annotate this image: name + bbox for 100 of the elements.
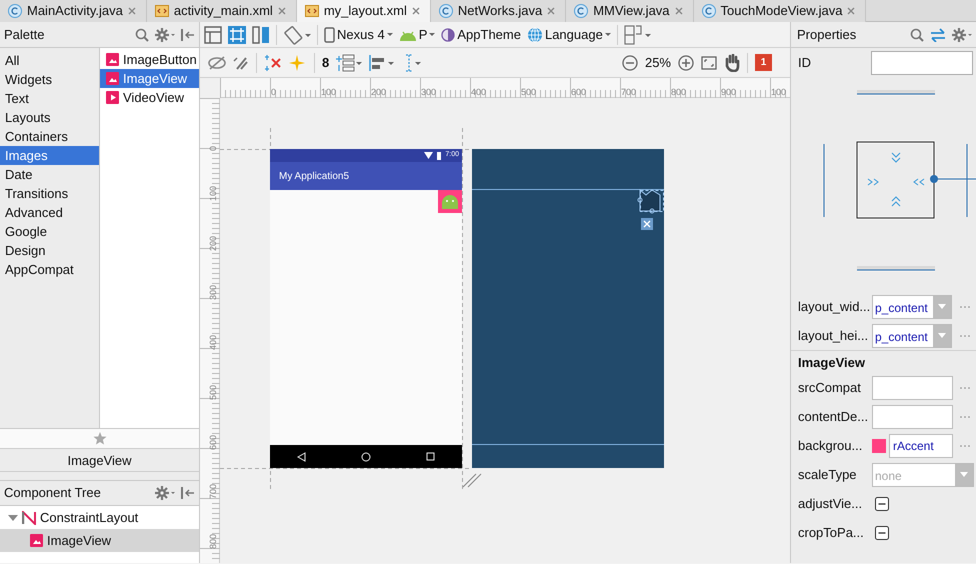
settings-icon[interactable] xyxy=(155,28,175,42)
fit-screen-icon[interactable] xyxy=(701,54,717,70)
palette-category[interactable]: Text xyxy=(0,89,99,108)
recents-icon[interactable] xyxy=(426,452,435,461)
home-icon[interactable] xyxy=(360,452,371,462)
more-icon[interactable] xyxy=(960,386,970,390)
zoom-level: 25% xyxy=(644,54,671,72)
back-icon[interactable] xyxy=(297,452,306,462)
class-icon xyxy=(574,4,588,18)
property-label: scaleType xyxy=(798,466,858,484)
more-icon[interactable] xyxy=(960,444,970,448)
magnet-icon[interactable] xyxy=(233,54,249,70)
ruler-label: 600 xyxy=(207,434,219,450)
property-label: adjustVie... xyxy=(798,494,864,513)
palette-category[interactable]: Advanced xyxy=(0,203,99,222)
settings-icon[interactable] xyxy=(952,28,972,42)
zoom-out-icon[interactable] xyxy=(622,54,638,70)
device-dropdown[interactable]: Nexus 4 xyxy=(324,24,393,44)
ruler-label: 800 xyxy=(207,534,219,549)
file-tab[interactable]: NetWorks.java xyxy=(430,0,566,22)
rotate-icon[interactable] xyxy=(283,24,311,44)
ruler-label: 800 xyxy=(671,86,686,99)
palette-category[interactable]: Widgets xyxy=(0,70,99,89)
caret-icon xyxy=(386,33,393,36)
property-field[interactable] xyxy=(872,404,953,428)
star-icon[interactable] xyxy=(92,432,106,445)
xml-file-icon xyxy=(154,4,169,18)
pack-icon[interactable] xyxy=(336,54,362,72)
ruler-label: 200 xyxy=(371,86,386,99)
more-icon[interactable] xyxy=(960,304,970,308)
property-field[interactable] xyxy=(872,376,953,400)
palette-item[interactable]: ImageView xyxy=(100,69,199,88)
ruler-label: 100 xyxy=(321,86,336,99)
caret-icon xyxy=(604,33,611,36)
palette-category[interactable]: Date xyxy=(0,165,99,184)
blueprint-view-icon[interactable] xyxy=(228,26,246,44)
ruler-label: 300 xyxy=(421,86,436,99)
close-icon[interactable] xyxy=(278,7,286,15)
ruler-label: 700 xyxy=(207,484,219,500)
property-field[interactable]: rAccent xyxy=(889,434,953,458)
close-icon[interactable] xyxy=(128,7,136,15)
checkbox[interactable] xyxy=(875,526,889,540)
checkbox[interactable] xyxy=(875,496,889,510)
align-icon[interactable] xyxy=(369,54,396,72)
collapse-icon[interactable] xyxy=(181,28,195,42)
palette-category[interactable]: Containers xyxy=(0,127,99,146)
expanded-arrow-icon[interactable] xyxy=(8,512,18,522)
globe-icon xyxy=(526,26,543,42)
palette-category[interactable]: Design xyxy=(0,241,99,260)
property-label: ID xyxy=(798,54,812,72)
clear-constraints-icon[interactable] xyxy=(264,54,282,72)
palette-item[interactable]: VideoView xyxy=(100,88,199,107)
palette-category[interactable]: Images xyxy=(0,146,99,165)
more-icon[interactable] xyxy=(960,414,970,418)
palette-category[interactable]: AppCompat xyxy=(0,260,99,279)
design-view-icon[interactable] xyxy=(204,26,222,44)
hand-icon[interactable] xyxy=(724,54,740,72)
split-view-icon[interactable] xyxy=(252,26,270,44)
zoom-in-icon[interactable] xyxy=(678,54,694,70)
settings-icon[interactable] xyxy=(155,486,175,500)
resize-handle-icon[interactable] xyxy=(462,472,482,488)
ruler-label: 700 xyxy=(621,86,636,99)
color-swatch[interactable] xyxy=(872,438,886,452)
file-tab[interactable]: TouchModeView.java xyxy=(694,0,866,22)
layout-variants-icon[interactable] xyxy=(624,24,652,44)
tree-node[interactable]: ImageView xyxy=(0,529,199,552)
property-dropdown[interactable]: p_content xyxy=(872,294,952,318)
palette-category[interactable]: Transitions xyxy=(0,184,99,203)
search-icon[interactable] xyxy=(135,28,149,42)
theme-icon xyxy=(441,28,456,42)
language-dropdown[interactable]: Language xyxy=(526,24,611,44)
swap-icon[interactable] xyxy=(930,28,946,42)
close-icon[interactable] xyxy=(674,7,683,15)
constraint-layout-icon xyxy=(22,510,36,524)
palette-category[interactable]: All xyxy=(0,51,99,70)
palette-item[interactable]: ImageButton xyxy=(100,50,199,69)
close-icon[interactable] xyxy=(547,7,556,15)
file-tab[interactable]: MMView.java xyxy=(566,0,694,22)
search-icon[interactable] xyxy=(910,28,924,42)
palette-category[interactable]: Layouts xyxy=(0,108,99,127)
theme-button[interactable]: AppTheme xyxy=(441,24,521,44)
more-icon[interactable] xyxy=(960,334,970,338)
hide-icon[interactable] xyxy=(208,56,226,70)
image-icon xyxy=(106,72,119,85)
collapse-icon[interactable] xyxy=(181,486,195,500)
palette-category[interactable]: Google xyxy=(0,222,99,241)
id-field[interactable] xyxy=(871,51,973,75)
error-badge[interactable]: 1 xyxy=(755,54,772,71)
property-dropdown[interactable]: p_content xyxy=(872,324,952,348)
property-label: layout_hei... xyxy=(798,326,869,345)
caret-icon xyxy=(960,472,968,477)
close-icon[interactable] xyxy=(847,7,856,15)
close-icon[interactable] xyxy=(412,7,420,15)
xml-file-icon xyxy=(304,4,319,18)
file-tab[interactable]: activity_main.xml xyxy=(146,0,297,22)
file-tab[interactable]: my_layout.xml xyxy=(296,0,431,22)
margin-value[interactable]: 8 xyxy=(322,52,330,72)
api-dropdown[interactable]: P xyxy=(398,24,436,44)
wifi-icon xyxy=(424,152,434,159)
file-tab[interactable]: MainActivity.java xyxy=(0,0,147,22)
